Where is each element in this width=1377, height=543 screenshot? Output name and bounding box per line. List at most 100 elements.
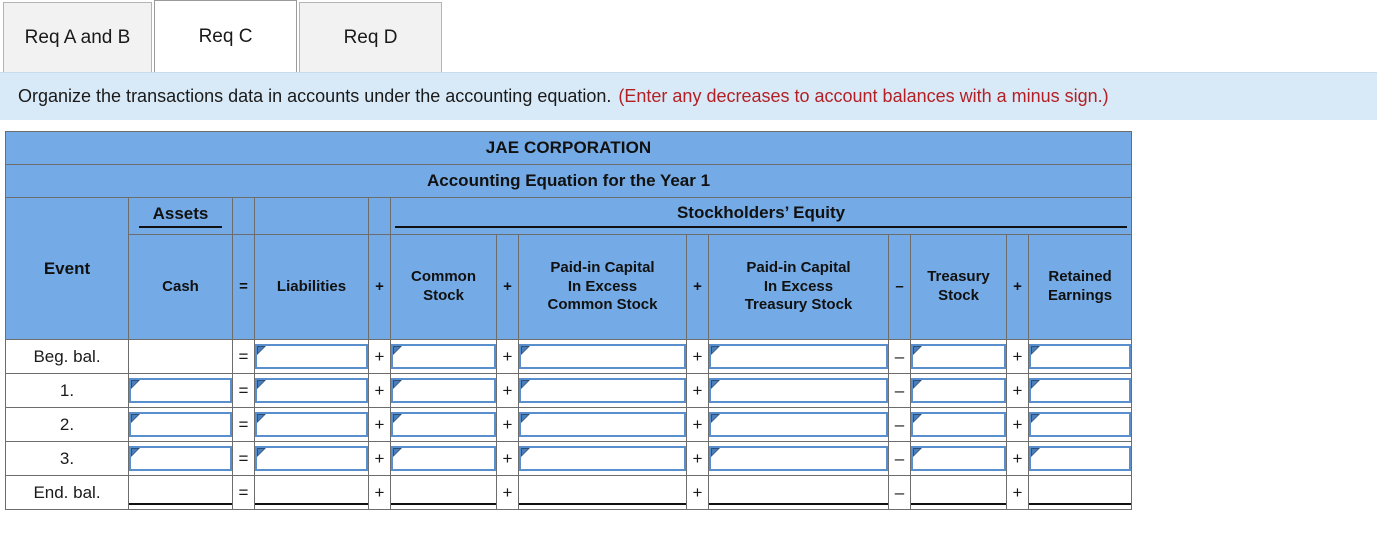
input-pic-excess-common-stock[interactable]: [519, 378, 686, 403]
input-common-stock[interactable]: [391, 412, 496, 437]
operator-plus-2: +: [496, 339, 519, 374]
input-pic-excess-common-stock[interactable]: [519, 446, 686, 471]
tab-label: Req A and B: [24, 26, 131, 48]
total-underline: [911, 480, 1006, 505]
input-liabilities[interactable]: [255, 412, 368, 437]
cell-pic-excess-treasury-stock-total: [708, 475, 889, 510]
tab-strip: Req A and B Req C Req D: [0, 0, 1377, 72]
input-treasury-stock[interactable]: [911, 344, 1006, 369]
operator-plus-4: +: [1006, 373, 1029, 408]
cell-retained-earnings: [1027, 339, 1133, 374]
column-header-common-stock: Common Stock: [390, 234, 497, 340]
operator-equals: =: [232, 339, 255, 374]
operator-equals: =: [232, 441, 255, 476]
column-header-retained-line1: Retained: [1048, 268, 1112, 286]
table-group-header-row: Event Assets Stockholders’ Equity: [5, 197, 1133, 340]
cell-pic-excess-treasury-stock: [708, 339, 889, 374]
group-spacer-liabilities: [254, 197, 369, 235]
group-header-assets: Assets: [128, 197, 233, 235]
input-retained-earnings[interactable]: [1029, 412, 1132, 437]
input-liabilities[interactable]: [255, 344, 368, 369]
row-event-label: End. bal.: [5, 475, 129, 510]
total-underline: [519, 480, 686, 505]
column-header-picecs-line2: In Excess: [567, 277, 638, 295]
accounting-equation-table: JAE CORPORATION Accounting Equation for …: [4, 131, 1133, 510]
input-retained-earnings[interactable]: [1029, 378, 1132, 403]
operator-minus: –: [888, 373, 911, 408]
column-header-retained-earnings: Retained Earnings: [1027, 234, 1133, 340]
total-underline: [1029, 480, 1132, 505]
operator-plus-3: +: [686, 373, 709, 408]
column-header-picets-line2: In Excess: [763, 277, 834, 295]
table-row-total: End. bal. = + + + – +: [5, 475, 1133, 510]
cell-pic-excess-treasury-stock: [708, 407, 889, 442]
cell-cash: [128, 407, 233, 442]
input-cash[interactable]: [129, 412, 232, 437]
cell-pic-excess-common-stock-total: [518, 475, 687, 510]
input-treasury-stock[interactable]: [911, 446, 1006, 471]
input-cash[interactable]: [129, 378, 232, 403]
operator-minus: –: [888, 407, 911, 442]
operator-header-plus-3: +: [686, 234, 709, 340]
operator-plus-1: +: [368, 373, 391, 408]
row-event-label: 3.: [5, 441, 129, 476]
input-liabilities[interactable]: [255, 446, 368, 471]
total-underline: [129, 480, 232, 505]
cell-treasury-stock: [910, 441, 1007, 476]
operator-header-equals: =: [232, 234, 255, 340]
input-retained-earnings[interactable]: [1029, 344, 1132, 369]
input-treasury-stock[interactable]: [911, 412, 1006, 437]
operator-plus-2: +: [496, 441, 519, 476]
column-header-common-stock-line1: Common: [411, 268, 476, 286]
input-pic-excess-common-stock[interactable]: [519, 344, 686, 369]
operator-minus: –: [888, 339, 911, 374]
operator-header-minus: –: [888, 234, 911, 340]
cell-pic-excess-common-stock: [518, 407, 687, 442]
table-row: 1. = + + + – +: [5, 373, 1133, 408]
company-title: JAE CORPORATION: [4, 131, 1133, 165]
row-event-label: Beg. bal.: [5, 339, 129, 374]
input-treasury-stock[interactable]: [911, 378, 1006, 403]
operator-header-plus-2: +: [496, 234, 519, 340]
input-common-stock[interactable]: [391, 378, 496, 403]
cell-liabilities: [254, 373, 369, 408]
tab-req-c[interactable]: Req C: [154, 0, 297, 72]
input-cash[interactable]: [129, 446, 232, 471]
column-header-pic-excess-treasury-stock: Paid-in Capital In Excess Treasury Stock: [708, 234, 889, 340]
operator-header-plus-4: +: [1006, 234, 1029, 340]
accounting-equation-table-wrap: JAE CORPORATION Accounting Equation for …: [0, 120, 1377, 510]
input-common-stock[interactable]: [391, 446, 496, 471]
table-title-row: JAE CORPORATION: [4, 131, 1133, 165]
instruction-banner: Organize the transactions data in accoun…: [0, 72, 1377, 120]
operator-plus-3: +: [686, 475, 709, 510]
cell-treasury-stock-total: [910, 475, 1007, 510]
instruction-text: Organize the transactions data in accoun…: [18, 86, 612, 106]
input-retained-earnings[interactable]: [1029, 446, 1132, 471]
input-pic-excess-treasury-stock[interactable]: [709, 344, 888, 369]
cell-cash: [128, 339, 233, 374]
total-underline: [391, 480, 496, 505]
cell-retained-earnings-total: [1027, 475, 1133, 510]
input-pic-excess-treasury-stock[interactable]: [709, 446, 888, 471]
tab-req-a-and-b[interactable]: Req A and B: [3, 2, 152, 72]
operator-plus-2: +: [496, 475, 519, 510]
input-pic-excess-common-stock[interactable]: [519, 412, 686, 437]
operator-plus-3: +: [686, 441, 709, 476]
cell-retained-earnings: [1027, 441, 1133, 476]
group-header-stockholders-equity-label: Stockholders’ Equity: [395, 203, 1128, 228]
cell-retained-earnings: [1027, 407, 1133, 442]
column-header-picecs-line1: Paid-in Capital: [550, 258, 655, 276]
cell-liabilities: [254, 339, 369, 374]
input-common-stock[interactable]: [391, 344, 496, 369]
column-header-picets-line3: Treasury Stock: [744, 296, 853, 314]
table-row: Beg. bal. = + + + – +: [5, 339, 1133, 374]
input-pic-excess-treasury-stock[interactable]: [709, 412, 888, 437]
group-spacer-eq: [232, 197, 255, 235]
column-header-treasury-line1: Treasury: [927, 268, 990, 286]
operator-plus-3: +: [686, 407, 709, 442]
input-liabilities[interactable]: [255, 378, 368, 403]
group-header-assets-label: Assets: [138, 204, 223, 228]
input-pic-excess-treasury-stock[interactable]: [709, 378, 888, 403]
cell-common-stock-total: [390, 475, 497, 510]
tab-req-d[interactable]: Req D: [299, 2, 442, 72]
